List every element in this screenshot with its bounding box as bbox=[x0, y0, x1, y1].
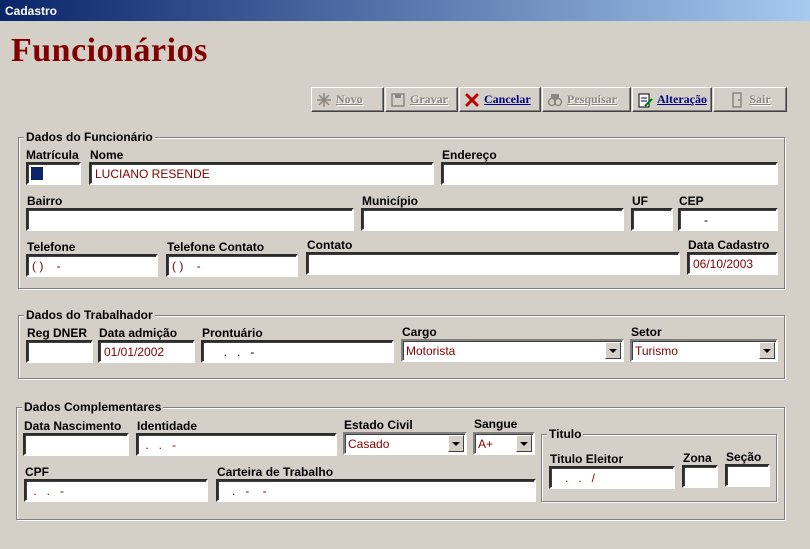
zone-label: Zona bbox=[683, 451, 712, 465]
neighborhood-label: Bairro bbox=[27, 194, 63, 208]
phone-field[interactable]: ( ) - bbox=[26, 254, 158, 277]
admission-date-field[interactable]: 01/01/2002 bbox=[98, 340, 195, 363]
identity-field[interactable]: . . - bbox=[136, 433, 337, 456]
admission-date-label: Data admição bbox=[99, 326, 178, 340]
search-button-label: Pesquisar bbox=[567, 92, 618, 106]
floppy-disk-icon bbox=[391, 92, 405, 107]
exit-button[interactable]: Sair bbox=[713, 87, 787, 112]
blood-type-select[interactable]: A+ bbox=[473, 432, 535, 455]
record-field[interactable]: . . - bbox=[201, 340, 394, 363]
work-card-field[interactable]: . - - bbox=[216, 479, 536, 502]
chevron-down-icon[interactable] bbox=[448, 435, 464, 452]
new-button[interactable]: Novo bbox=[311, 87, 384, 112]
edit-button[interactable]: Alteração bbox=[632, 87, 712, 112]
complementary-data-legend: Dados Complementares bbox=[22, 400, 164, 414]
worker-data-legend: Dados do Trabalhador bbox=[24, 308, 155, 322]
chevron-down-icon[interactable] bbox=[516, 435, 532, 452]
cpf-label: CPF bbox=[25, 465, 49, 479]
birth-date-field[interactable] bbox=[23, 433, 129, 456]
blood-type-label: Sangue bbox=[474, 417, 518, 431]
contact-label: Contato bbox=[307, 238, 353, 252]
record-label: Prontuário bbox=[202, 326, 263, 340]
name-field[interactable]: LUCIANO RESENDE bbox=[89, 162, 434, 185]
registration-date-label: Data Cadastro bbox=[688, 238, 770, 252]
voter-id-label: Titulo Eleitor bbox=[550, 452, 624, 466]
contact-phone-field[interactable]: ( ) - bbox=[166, 254, 298, 277]
registration-field[interactable] bbox=[26, 162, 81, 185]
birth-date-label: Data Nascimento bbox=[24, 419, 122, 433]
exit-button-label: Sair bbox=[749, 92, 771, 106]
binoculars-icon bbox=[547, 93, 563, 106]
section-field[interactable] bbox=[725, 464, 770, 487]
sparkle-icon bbox=[317, 92, 331, 107]
zip-field[interactable]: - bbox=[678, 208, 778, 231]
sector-select[interactable]: Turismo bbox=[630, 339, 778, 362]
phone-label: Telefone bbox=[27, 240, 76, 254]
contact-field[interactable] bbox=[306, 252, 680, 275]
window-title: Cadastro bbox=[0, 0, 810, 21]
voter-title-legend: Titulo bbox=[547, 427, 584, 441]
zip-label: CEP bbox=[679, 194, 704, 208]
position-label: Cargo bbox=[402, 325, 437, 339]
position-select[interactable]: Motorista bbox=[401, 339, 624, 362]
exit-door-icon bbox=[732, 91, 743, 108]
cpf-field[interactable]: . . - bbox=[24, 479, 208, 502]
address-field[interactable] bbox=[441, 162, 778, 185]
state-field[interactable] bbox=[631, 208, 673, 231]
dner-field[interactable] bbox=[26, 340, 93, 363]
identity-label: Identidade bbox=[137, 419, 198, 433]
employee-data-legend: Dados do Funcionário bbox=[24, 130, 155, 144]
address-label: Endereço bbox=[442, 148, 497, 162]
marital-status-label: Estado Civil bbox=[344, 418, 413, 432]
cancel-button[interactable]: Cancelar bbox=[459, 87, 541, 112]
zone-field[interactable] bbox=[682, 465, 718, 488]
name-label: Nome bbox=[90, 148, 124, 162]
registration-date-field[interactable]: 06/10/2003 bbox=[687, 252, 778, 275]
save-button-label: Gravar bbox=[410, 92, 448, 106]
save-button[interactable]: Gravar bbox=[385, 87, 458, 112]
chevron-down-icon[interactable] bbox=[759, 342, 775, 359]
sector-label: Setor bbox=[631, 325, 662, 339]
edit-button-label: Alteração bbox=[657, 92, 707, 106]
work-card-label: Carteira de Trabalho bbox=[217, 465, 334, 479]
close-icon bbox=[465, 93, 479, 106]
registration-label: Matrícula bbox=[26, 148, 79, 162]
chevron-down-icon[interactable] bbox=[605, 342, 621, 359]
city-field[interactable] bbox=[361, 208, 624, 231]
cancel-button-label: Cancelar bbox=[484, 92, 531, 106]
contact-phone-label: Telefone Contato bbox=[167, 240, 265, 254]
neighborhood-field[interactable] bbox=[26, 208, 354, 231]
page-title: Funcionários bbox=[11, 32, 208, 69]
new-button-label: Novo bbox=[336, 92, 363, 106]
voter-id-field[interactable]: . . / bbox=[549, 466, 675, 489]
marital-status-select[interactable]: Casado bbox=[343, 432, 467, 455]
text-cursor bbox=[31, 167, 43, 180]
city-label: Município bbox=[362, 194, 418, 208]
search-button[interactable]: Pesquisar bbox=[542, 87, 631, 112]
section-label: Seção bbox=[726, 450, 762, 464]
edit-document-icon bbox=[638, 93, 653, 107]
state-label: UF bbox=[632, 194, 648, 208]
dner-label: Reg DNER bbox=[27, 326, 88, 340]
